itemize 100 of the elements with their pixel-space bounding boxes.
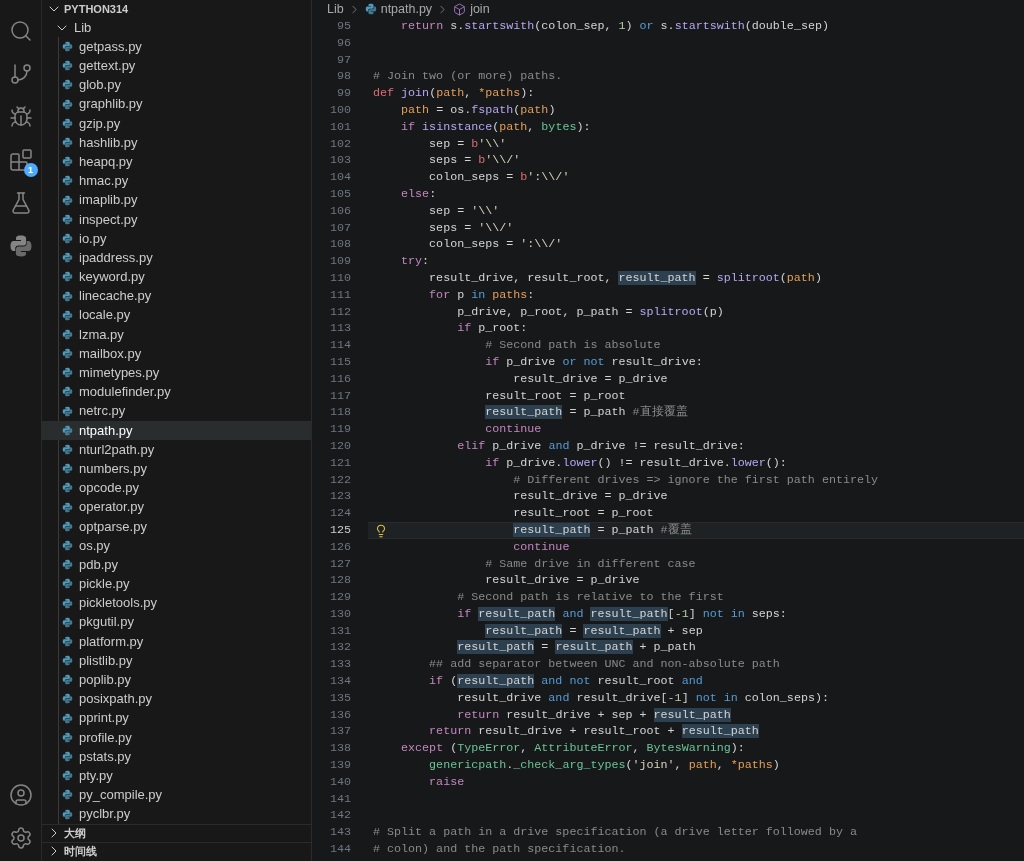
file-item[interactable]: gzip.py — [42, 113, 311, 133]
file-item[interactable]: graphlib.py — [42, 94, 311, 114]
code-line: result_drive and result_drive[-1] not in colon_seps): — [456, 689, 829, 707]
python-file-icon — [62, 309, 73, 321]
python-file-icon — [62, 751, 73, 763]
tree-folder[interactable]: Lib — [42, 18, 311, 37]
file-item[interactable]: netrc.py — [42, 401, 311, 421]
python-file-icon — [62, 674, 73, 686]
python-file-icon — [62, 463, 73, 475]
file-item[interactable]: hmac.py — [42, 171, 311, 191]
python-file-icon — [62, 635, 73, 647]
code-line: # colon) and the path specification. — [373, 841, 626, 858]
line-number: 123 — [328, 488, 351, 506]
code-line: result_path = result_path + p_path — [456, 639, 696, 657]
file-item[interactable]: getpass.py — [42, 37, 311, 57]
file-item[interactable]: hashlib.py — [42, 132, 311, 153]
python-file-icon — [62, 501, 73, 513]
lightbulb-icon[interactable] — [374, 523, 388, 538]
breadcrumb-item[interactable]: join — [470, 0, 490, 19]
file-item[interactable]: linecache.py — [42, 286, 311, 306]
line-number: 136 — [328, 706, 351, 724]
python-file-icon — [62, 578, 73, 590]
line-number: 100 — [328, 102, 351, 119]
code-line: if p_drive.lower() != result_drive.lower(): — [484, 454, 787, 472]
file-item[interactable]: mailbox.py — [42, 344, 311, 364]
line-number: 124 — [328, 505, 351, 522]
line-number: 127 — [328, 555, 351, 573]
file-item[interactable]: heapq.py — [42, 152, 311, 172]
file-item[interactable]: profile.py — [42, 727, 311, 747]
code-line: return result_drive + result_root + result_path — [428, 723, 759, 741]
python-file-icon — [62, 348, 73, 360]
search-icon[interactable] — [8, 18, 33, 43]
file-item[interactable]: opcode.py — [42, 478, 311, 498]
file-item[interactable]: numbers.py — [42, 459, 311, 479]
panel-section-header[interactable]: 大纲 — [42, 823, 311, 842]
branch-icon[interactable] — [8, 61, 33, 86]
file-item[interactable]: pstats.py — [42, 746, 311, 767]
file-item[interactable]: pdb.py — [42, 555, 311, 575]
line-number: 109 — [328, 253, 351, 270]
line-number: 135 — [328, 689, 351, 707]
python-file-icon — [62, 328, 73, 340]
code-line: result_drive = p_drive — [512, 488, 668, 506]
line-number: 131 — [328, 622, 351, 640]
file-item[interactable]: pyclbr.py — [42, 804, 311, 824]
file-item[interactable]: plistlib.py — [42, 651, 311, 671]
file-item[interactable]: posixpath.py — [42, 689, 311, 709]
account-icon[interactable] — [8, 782, 33, 807]
code-line: ## add separator between UNC and non-absolute path — [428, 656, 780, 674]
line-number: 138 — [328, 740, 351, 758]
python-file-icon — [62, 79, 73, 91]
file-item[interactable]: inspect.py — [42, 209, 311, 229]
line-number: 111 — [328, 286, 351, 304]
blocks-icon[interactable] — [8, 147, 33, 172]
file-item[interactable]: glob.py — [42, 75, 311, 95]
code-line: return result_drive + sep + result_path — [456, 706, 731, 724]
file-item[interactable]: poplib.py — [42, 670, 311, 690]
python-file-icon — [62, 559, 73, 571]
python-icon — [8, 233, 33, 258]
line-number: 112 — [328, 303, 351, 321]
folder-header[interactable]: PYTHON314 — [42, 0, 311, 18]
file-item[interactable]: mimetypes.py — [42, 363, 311, 383]
code-line: if p_drive or not result_drive: — [484, 353, 703, 371]
breadcrumb-item[interactable]: Lib — [327, 0, 344, 19]
code-line: sep = b'\\' — [428, 135, 507, 153]
file-item[interactable]: ipaddress.py — [42, 248, 311, 268]
file-item[interactable]: operator.py — [42, 497, 311, 517]
code-line: raise — [428, 773, 465, 791]
python-file-icon — [62, 789, 73, 801]
file-item[interactable]: locale.py — [42, 305, 311, 325]
file-item[interactable]: gettext.py — [42, 56, 311, 76]
file-item[interactable]: platform.py — [42, 631, 311, 651]
line-number: 130 — [328, 605, 351, 623]
panel-section-header[interactable]: 时间线 — [42, 841, 311, 860]
line-number: 128 — [328, 572, 351, 590]
file-item[interactable]: io.py — [42, 228, 311, 249]
file-item[interactable]: keyword.py — [42, 267, 311, 287]
python-file-icon — [62, 367, 73, 379]
bug-icon[interactable] — [8, 104, 33, 129]
file-item[interactable]: optparse.py — [42, 516, 311, 536]
file-item[interactable]: ntpath.py — [42, 420, 311, 440]
line-number: 141 — [328, 790, 351, 808]
breadcrumb-item[interactable]: ntpath.py — [380, 0, 433, 19]
line-number: 126 — [328, 538, 351, 556]
code-line: for p in paths: — [428, 286, 535, 304]
file-item[interactable]: pickle.py — [42, 574, 311, 594]
code-line: else: — [400, 185, 437, 203]
file-item[interactable]: pty.py — [42, 766, 311, 786]
file-item[interactable]: imaplib.py — [42, 190, 311, 210]
file-item[interactable]: modulefinder.py — [42, 382, 311, 402]
file-item[interactable]: pickletools.py — [42, 593, 311, 613]
file-item[interactable]: pprint.py — [42, 708, 311, 728]
code-line: p_drive, p_root, p_path = splitroot(p) — [456, 303, 724, 321]
settings-icon[interactable] — [8, 825, 33, 850]
python-file-icon — [62, 444, 73, 456]
file-item[interactable]: os.py — [42, 535, 311, 556]
python-file-icon — [62, 386, 73, 398]
file-item[interactable]: pkgutil.py — [42, 612, 311, 632]
file-item[interactable]: py_compile.py — [42, 785, 311, 805]
file-item[interactable]: nturl2path.py — [42, 439, 311, 460]
file-item[interactable]: lzma.py — [42, 324, 311, 344]
